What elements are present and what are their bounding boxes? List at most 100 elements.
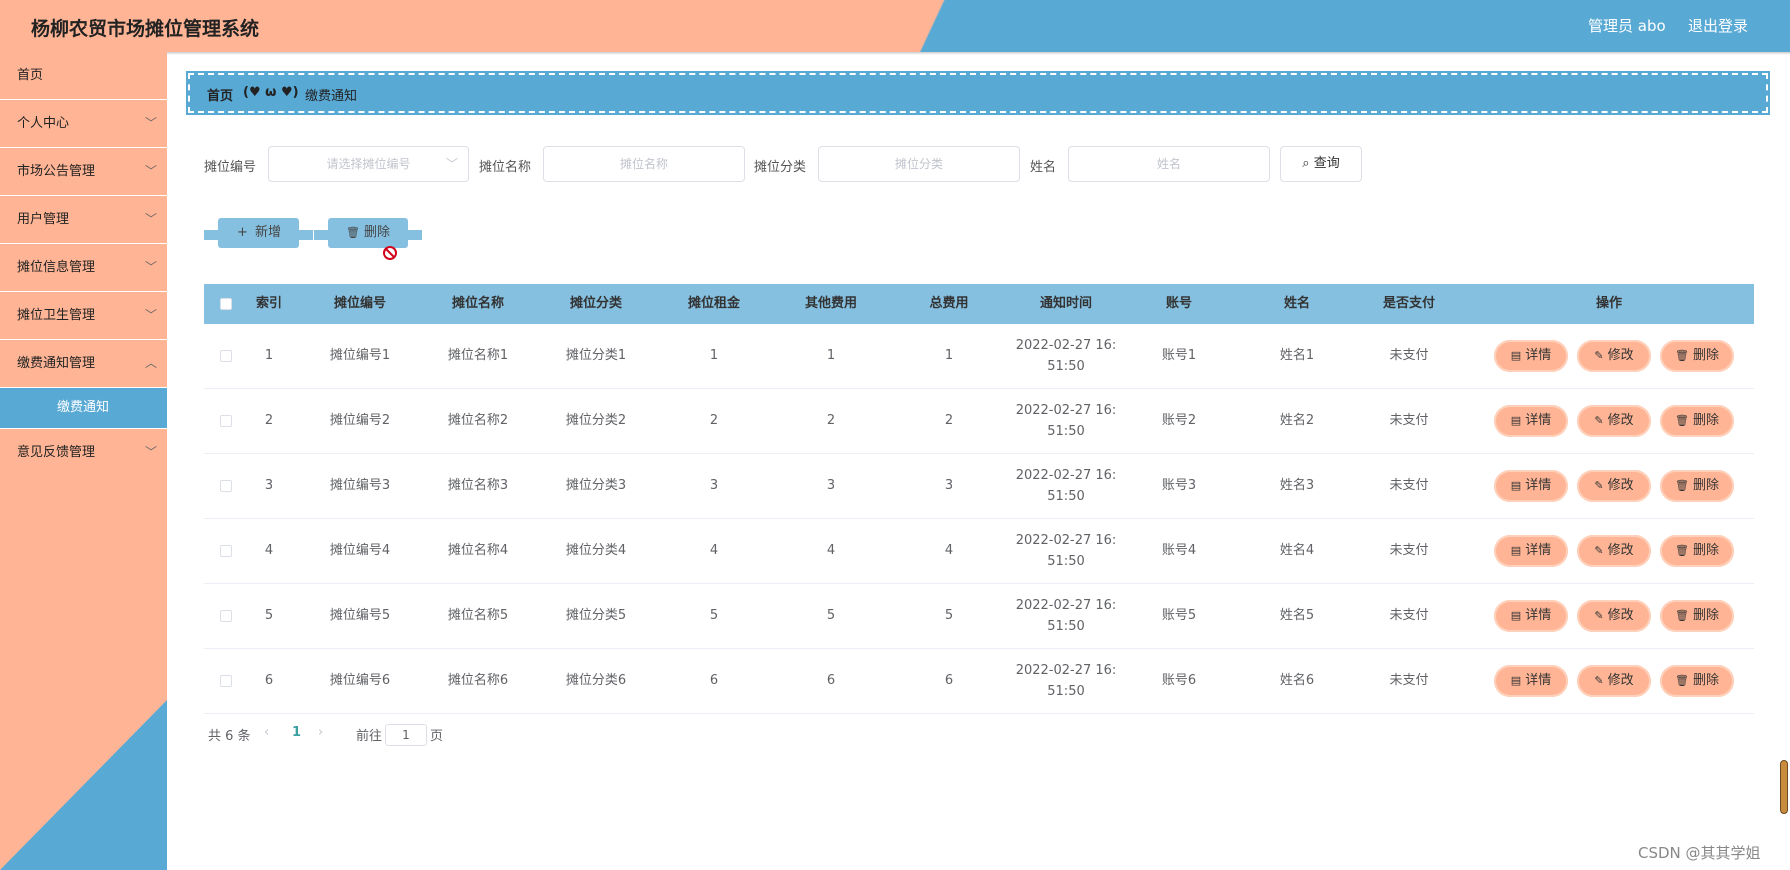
cell-person: 姓名4 <box>1279 543 1315 558</box>
delete-button[interactable]: 🗑 删除 <box>1660 665 1734 697</box>
cell-name: 摊位名称4 <box>447 543 509 558</box>
batch-delete-button[interactable]: 🗑 删除 <box>314 218 422 248</box>
edit-button[interactable]: ✎ 修改 <box>1577 535 1651 567</box>
row-checkbox[interactable] <box>220 545 232 557</box>
edit-button[interactable]: ✎ 修改 <box>1577 470 1651 502</box>
edit-button[interactable]: ✎ 修改 <box>1577 340 1651 372</box>
chevron-down-icon: ﹀ <box>144 164 157 178</box>
cell-cat: 摊位分类4 <box>565 543 627 558</box>
cell-no: 摊位编号3 <box>329 478 391 493</box>
search-icon: ⌕ <box>1302 156 1310 171</box>
edit-button-label: 修改 <box>1607 413 1634 428</box>
sidebar-item-user-management[interactable]: 用户管理 ﹀ <box>0 196 167 244</box>
cell-account: 账号3 <box>1161 478 1197 493</box>
sidebar-item-stall-info[interactable]: 摊位信息管理 ﹀ <box>0 244 167 292</box>
pencil-icon: ✎ <box>1594 414 1604 427</box>
cell-idx: 6 <box>264 673 274 688</box>
cell-time-clock: 51:50 <box>1047 554 1085 569</box>
cell-name: 摊位名称5 <box>447 608 509 623</box>
detail-button-label: 详情 <box>1525 413 1552 428</box>
delete-button[interactable]: 🗑 删除 <box>1660 535 1734 567</box>
trash-icon: 🗑 <box>1675 544 1689 557</box>
detail-button[interactable]: ▤ 详情 <box>1494 470 1568 502</box>
delete-button-label: 删除 <box>1692 608 1719 623</box>
cell-rent: 1 <box>709 348 719 363</box>
next-page-icon[interactable]: › <box>318 725 323 740</box>
detail-button-label: 详情 <box>1525 348 1552 363</box>
delete-button[interactable]: 🗑 删除 <box>1660 470 1734 502</box>
column-header: 账号 <box>1165 296 1192 311</box>
table-row: 2 摊位编号2 摊位名称2 摊位分类2 2 2 2 账号2 姓名2 未支付 2022-02-27 1… <box>204 389 1754 454</box>
cell-time: 2022-02-27 16: 51:50 <box>1011 389 1121 453</box>
cell-rent: 2 <box>709 413 719 428</box>
breadcrumb-home[interactable]: 首页 <box>207 85 233 104</box>
query-button[interactable]: ⌕ 查询 <box>1280 146 1362 182</box>
scrollbar-thumb[interactable] <box>1780 760 1788 814</box>
goto-page-input[interactable]: 1 <box>385 724 427 746</box>
cell-account: 账号2 <box>1161 413 1197 428</box>
row-checkbox[interactable] <box>220 675 232 687</box>
query-button-label: 查询 <box>1313 156 1340 171</box>
cell-idx: 2 <box>264 413 274 428</box>
detail-button[interactable]: ▤ 详情 <box>1494 600 1568 632</box>
prev-page-icon[interactable]: ‹ <box>264 725 269 740</box>
stall-category-label: 摊位分类 <box>754 160 807 175</box>
logout-link[interactable]: 退出登录 <box>1688 15 1748 36</box>
stall-name-input[interactable]: 摊位名称 <box>543 146 745 182</box>
cell-time: 2022-02-27 16: 51:50 <box>1011 519 1121 583</box>
edit-button[interactable]: ✎ 修改 <box>1577 405 1651 437</box>
column-header: 摊位名称 <box>451 296 504 311</box>
column-header: 摊位分类 <box>569 296 622 311</box>
row-checkbox[interactable] <box>220 350 232 362</box>
button-ribbon <box>204 230 218 240</box>
detail-button[interactable]: ▤ 详情 <box>1494 535 1568 567</box>
detail-button[interactable]: ▤ 详情 <box>1494 340 1568 372</box>
delete-button[interactable]: 🗑 删除 <box>1660 340 1734 372</box>
cell-person: 姓名3 <box>1279 478 1315 493</box>
cell-no: 摊位编号4 <box>329 543 391 558</box>
document-icon: ▤ <box>1510 414 1522 427</box>
add-button[interactable]: + 新增 <box>204 218 313 248</box>
pencil-icon: ✎ <box>1594 609 1604 622</box>
sidebar-item-market-notice[interactable]: 市场公告管理 ﹀ <box>0 148 167 196</box>
detail-button[interactable]: ▤ 详情 <box>1494 665 1568 697</box>
edit-button[interactable]: ✎ 修改 <box>1577 600 1651 632</box>
edit-button[interactable]: ✎ 修改 <box>1577 665 1651 697</box>
breadcrumb-current: 缴费通知 <box>305 89 358 104</box>
cell-time-clock: 51:50 <box>1047 359 1085 374</box>
sidebar-item-feedback[interactable]: 意见反馈管理 ﹀ <box>0 429 167 476</box>
cell-name: 摊位名称1 <box>447 348 509 363</box>
row-checkbox[interactable] <box>220 415 232 427</box>
goto-suffix: 页 <box>430 729 444 744</box>
chevron-down-icon: ﹀ <box>144 212 157 226</box>
detail-button[interactable]: ▤ 详情 <box>1494 405 1568 437</box>
column-header: 索引 <box>255 296 282 311</box>
cell-rent: 5 <box>709 608 719 623</box>
button-ribbon <box>314 230 328 240</box>
sidebar-subitem-payment-notice[interactable]: 缴费通知 <box>0 388 167 429</box>
row-checkbox[interactable] <box>220 610 232 622</box>
delete-button[interactable]: 🗑 删除 <box>1660 600 1734 632</box>
stall-no-select[interactable]: 请选择摊位编号 ﹀ <box>268 146 469 182</box>
name-input[interactable]: 姓名 <box>1068 146 1270 182</box>
sidebar-item-stall-hygiene[interactable]: 摊位卫生管理 ﹀ <box>0 292 167 340</box>
delete-button[interactable]: 🗑 删除 <box>1660 405 1734 437</box>
page-number-current[interactable]: 1 <box>292 725 301 740</box>
header-background <box>0 0 1790 52</box>
cell-paid: 未支付 <box>1389 413 1429 428</box>
detail-button-label: 详情 <box>1525 608 1552 623</box>
stall-category-input[interactable]: 摊位分类 <box>818 146 1020 182</box>
sidebar-item-home[interactable]: 首页 <box>0 52 167 100</box>
cell-no: 摊位编号2 <box>329 413 391 428</box>
cell-person: 姓名6 <box>1279 673 1315 688</box>
select-all-checkbox[interactable] <box>220 298 232 310</box>
sidebar-item-payment-notice[interactable]: 缴费通知管理 ︿ <box>0 340 167 388</box>
document-icon: ▤ <box>1510 544 1522 557</box>
chevron-down-icon: ﹀ <box>144 260 157 274</box>
sidebar-decoration <box>0 700 167 870</box>
row-checkbox[interactable] <box>220 480 232 492</box>
chevron-down-icon: ﹀ <box>144 308 157 322</box>
cell-idx: 1 <box>264 348 274 363</box>
column-header: 摊位租金 <box>687 296 740 311</box>
sidebar-item-personal-center[interactable]: 个人中心 ﹀ <box>0 100 167 148</box>
